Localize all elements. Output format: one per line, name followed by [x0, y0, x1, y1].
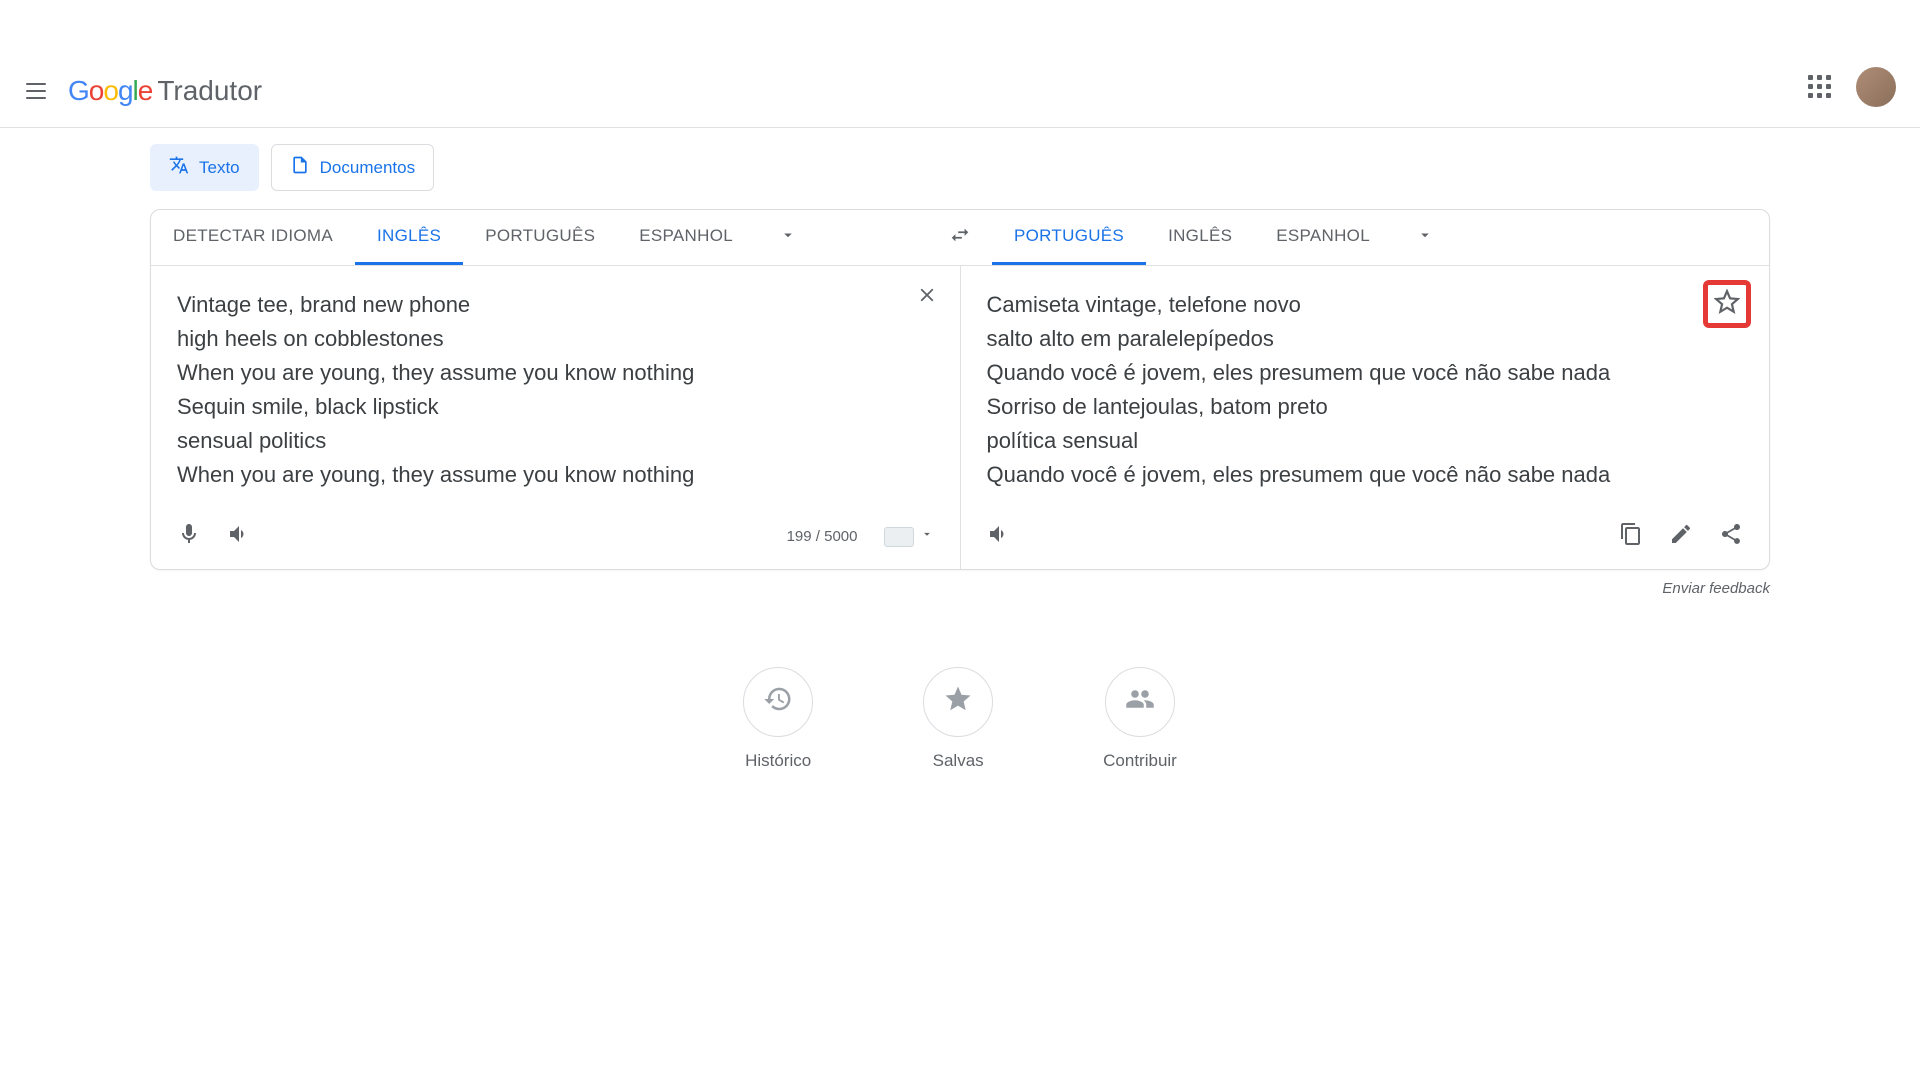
clear-source-button[interactable]	[916, 284, 938, 311]
share-button[interactable]	[1719, 522, 1743, 551]
history-button[interactable]: Histórico	[743, 667, 813, 771]
target-lang-tab-2[interactable]: ESPANHOL	[1254, 210, 1392, 265]
product-name: Tradutor	[157, 75, 262, 107]
language-bar: DETECTAR IDIOMA INGLÊS PORTUGUÊS ESPANHO…	[151, 210, 1769, 266]
mic-icon	[177, 522, 201, 551]
apps-icon[interactable]	[1808, 75, 1832, 99]
quick-links: Histórico Salvas Contribuir	[150, 667, 1770, 771]
saved-button[interactable]: Salvas	[923, 667, 993, 771]
avatar[interactable]	[1856, 67, 1896, 107]
source-lang-group: DETECTAR IDIOMA INGLÊS PORTUGUÊS ESPANHO…	[151, 210, 928, 265]
listen-target-button[interactable]	[987, 522, 1011, 551]
star-filled-icon	[943, 684, 973, 719]
star-icon	[1714, 289, 1740, 320]
speaker-icon	[227, 522, 251, 551]
suggest-edit-button[interactable]	[1669, 522, 1693, 551]
mode-switch: Texto Documentos	[150, 144, 1770, 191]
contribute-button[interactable]: Contribuir	[1103, 667, 1177, 771]
mode-text-button[interactable]: Texto	[150, 144, 259, 191]
target-lang-tab-0[interactable]: PORTUGUÊS	[992, 210, 1146, 265]
share-icon	[1719, 522, 1743, 551]
history-label: Histórico	[745, 751, 811, 771]
logo[interactable]: Google Tradutor	[68, 75, 262, 107]
source-lang-tab-1[interactable]: PORTUGUÊS	[463, 210, 617, 265]
chevron-down-icon	[1416, 226, 1434, 249]
app-header: Google Tradutor	[0, 0, 1920, 128]
contribute-label: Contribuir	[1103, 751, 1177, 771]
copy-icon	[1619, 522, 1643, 551]
swap-icon	[949, 224, 971, 251]
pencil-icon	[1669, 522, 1693, 551]
mode-documents-button[interactable]: Documentos	[271, 144, 434, 191]
mode-text-label: Texto	[199, 158, 240, 178]
speaker-icon	[987, 522, 1011, 551]
keyboard-icon	[884, 527, 914, 547]
save-translation-button[interactable]	[1703, 280, 1751, 328]
swap-languages-button[interactable]	[928, 210, 992, 265]
listen-source-button[interactable]	[227, 522, 251, 551]
target-lang-group: PORTUGUÊS INGLÊS ESPANHOL	[992, 210, 1769, 265]
history-icon	[763, 684, 793, 719]
source-text[interactable]: Vintage tee, brand new phone high heels …	[177, 288, 934, 493]
target-lang-more-button[interactable]	[1392, 226, 1458, 249]
saved-label: Salvas	[933, 751, 984, 771]
chevron-down-icon	[779, 226, 797, 249]
char-count: 199 / 5000	[787, 528, 858, 545]
target-text: Camiseta vintage, telefone novo salto al…	[987, 288, 1744, 493]
translate-icon	[169, 155, 189, 180]
translate-card: DETECTAR IDIOMA INGLÊS PORTUGUÊS ESPANHO…	[150, 209, 1770, 570]
mic-button[interactable]	[177, 522, 201, 551]
source-lang-tab-0[interactable]: INGLÊS	[355, 210, 463, 265]
send-feedback-link[interactable]: Enviar feedback	[150, 580, 1770, 597]
main-menu-button[interactable]	[24, 79, 48, 103]
document-icon	[290, 155, 310, 180]
detect-language-tab[interactable]: DETECTAR IDIOMA	[151, 210, 355, 265]
people-icon	[1125, 684, 1155, 719]
keyboard-button[interactable]	[884, 527, 934, 547]
copy-button[interactable]	[1619, 522, 1643, 551]
source-lang-tab-2[interactable]: ESPANHOL	[617, 210, 755, 265]
mode-documents-label: Documentos	[320, 158, 415, 178]
target-lang-tab-1[interactable]: INGLÊS	[1146, 210, 1254, 265]
target-pane: Camiseta vintage, telefone novo salto al…	[961, 266, 1770, 569]
chevron-down-icon	[920, 527, 934, 546]
source-lang-more-button[interactable]	[755, 226, 821, 249]
source-pane: Vintage tee, brand new phone high heels …	[151, 266, 961, 569]
close-icon	[916, 293, 938, 310]
